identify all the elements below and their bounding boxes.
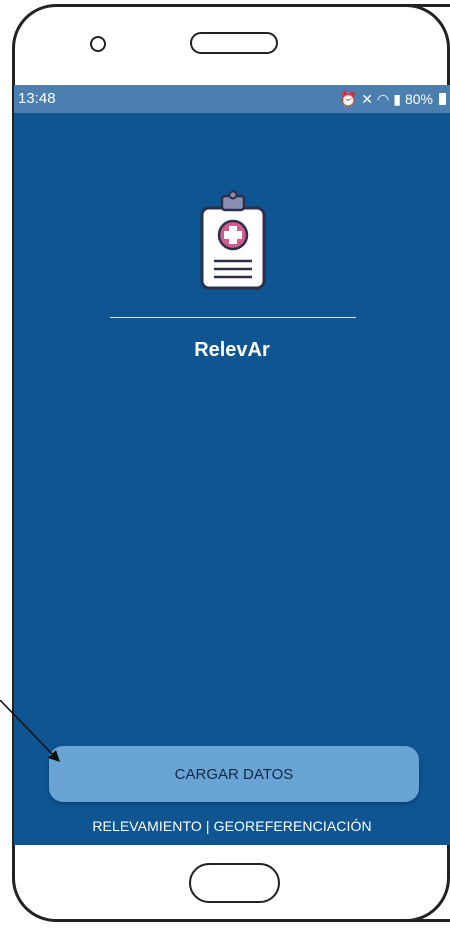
- signal-icon: ▮: [393, 91, 401, 107]
- status-bar: 13:48 ⏰ ✕ ◠ ▮ 80%: [14, 85, 450, 113]
- earpiece-speaker: [190, 32, 278, 54]
- front-camera: [90, 36, 106, 52]
- status-time: 13:48: [18, 90, 56, 107]
- wifi-icon: ◠: [377, 91, 390, 107]
- app-logo: [192, 190, 274, 295]
- clipboard-medical-icon: [200, 190, 266, 290]
- title-divider: [110, 317, 356, 318]
- phone-screen: 13:48 ⏰ ✕ ◠ ▮ 80% RelevAr CARGAR DATOS R…: [14, 85, 450, 845]
- mute-icon: ✕: [361, 91, 374, 107]
- stage: 13:48 ⏰ ✕ ◠ ▮ 80% RelevAr CARGAR DATOS R…: [0, 0, 450, 928]
- alarm-icon: ⏰: [339, 91, 358, 107]
- battery-percent: 80%: [404, 91, 433, 107]
- app-title: RelevAr: [194, 339, 270, 361]
- home-button[interactable]: [189, 863, 280, 903]
- status-icons: ⏰ ✕ ◠ ▮ 80%: [340, 85, 446, 113]
- battery-icon: [439, 93, 446, 105]
- footer-text: RELEVAMIENTO | GEOREFERENCIACIÓN: [92, 818, 372, 834]
- load-data-button[interactable]: CARGAR DATOS: [49, 746, 419, 802]
